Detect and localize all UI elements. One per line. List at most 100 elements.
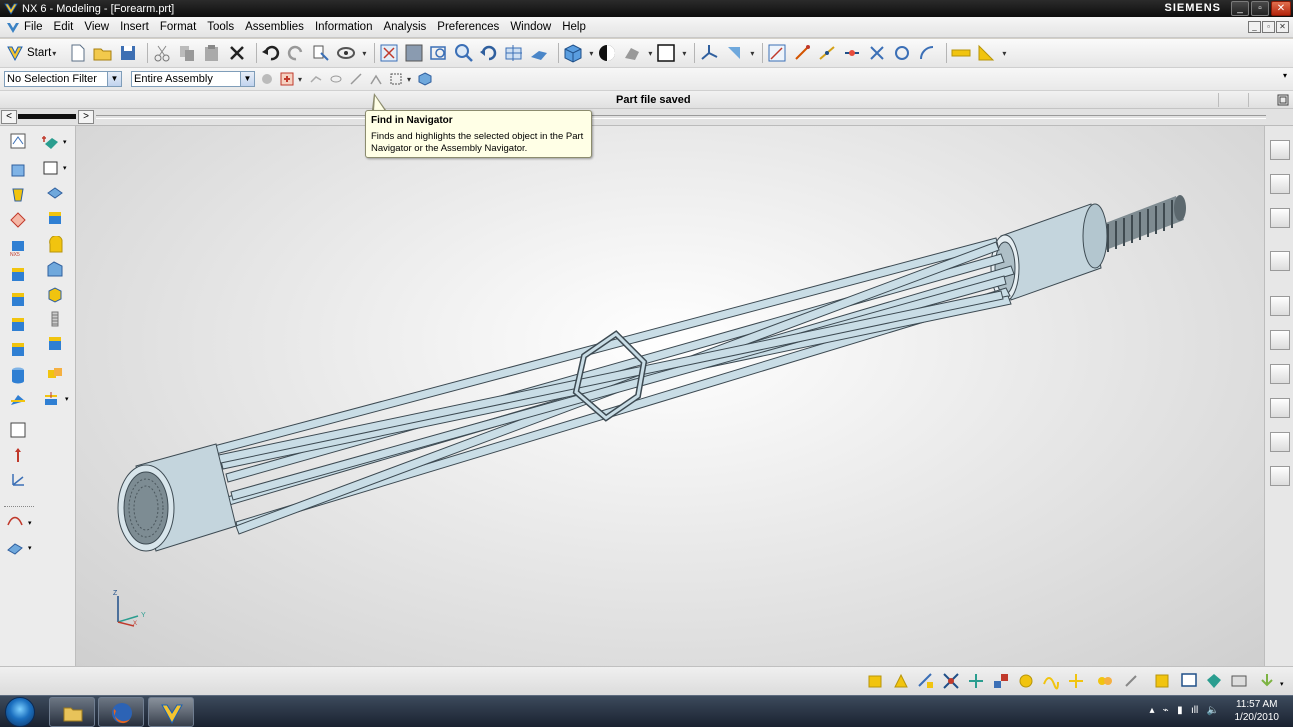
assembly-constraints-icon[interactable]	[992, 672, 1010, 690]
pattern-feature-icon[interactable]	[46, 335, 64, 353]
orient-view-icon[interactable]	[563, 43, 583, 63]
zoom-icon[interactable]	[454, 43, 474, 63]
cylinder-icon[interactable]	[9, 291, 27, 309]
fit-view-icon[interactable]	[379, 43, 399, 63]
restore-button[interactable]: ▫	[1251, 1, 1269, 16]
nx5-feature-icon[interactable]: NX5	[9, 239, 27, 257]
doc-restore-button[interactable]: ▫	[1262, 21, 1275, 33]
chevron-left-icon[interactable]: <	[1, 110, 17, 124]
new-file-icon[interactable]	[68, 43, 88, 63]
pan-icon[interactable]	[504, 43, 524, 63]
surface-tools-icon[interactable]	[6, 538, 24, 556]
menu-assemblies[interactable]: Assemblies	[245, 21, 304, 33]
menu-edit[interactable]: Edit	[54, 21, 74, 33]
shaded-edges-icon[interactable]	[622, 43, 642, 63]
component-properties-icon[interactable]	[1230, 672, 1248, 690]
mate-component-icon[interactable]	[917, 672, 935, 690]
tube-icon[interactable]	[9, 366, 27, 384]
perspective-icon[interactable]	[529, 43, 549, 63]
chamfer-icon[interactable]	[46, 260, 64, 278]
maximize-graphics-icon[interactable]	[1277, 94, 1289, 106]
rotate-icon[interactable]	[479, 43, 499, 63]
show-hide-icon[interactable]	[336, 43, 356, 63]
doc-minimize-button[interactable]: _	[1248, 21, 1261, 33]
constraint-navigator-icon[interactable]	[1270, 174, 1290, 194]
surface-tools-dropdown-icon[interactable]: ▾	[28, 544, 32, 552]
sketch-icon[interactable]	[9, 132, 27, 150]
orient-view-dropdown-icon[interactable]: ▾	[589, 49, 593, 58]
shell-icon[interactable]	[46, 285, 64, 303]
background-color-icon[interactable]	[656, 43, 676, 63]
system-tray-icons[interactable]: ▴ ⌁ ▮ ıll 🔈	[1149, 705, 1219, 716]
menu-information[interactable]: Information	[315, 21, 373, 33]
toolbar-options-icon[interactable]: ▾	[1283, 71, 1287, 80]
taskbar-windows-explorer[interactable]	[49, 697, 95, 727]
zoom-window-icon[interactable]	[404, 43, 424, 63]
measure-dropdown-icon[interactable]: ▾	[1002, 49, 1006, 58]
curve-dropdown-icon[interactable]: ▾	[63, 164, 67, 172]
revolve-icon[interactable]	[9, 186, 27, 204]
rendering-style-icon[interactable]	[597, 43, 617, 63]
wave-interpart-icon[interactable]	[1205, 672, 1223, 690]
history-icon[interactable]	[1270, 296, 1290, 316]
selection-scope-dropdown[interactable]: Entire Assembly ▼	[131, 71, 255, 87]
midpoint-icon[interactable]	[817, 43, 837, 63]
doc-close-button[interactable]: ✕	[1276, 21, 1289, 33]
menu-help[interactable]: Help	[562, 21, 586, 33]
menu-format[interactable]: Format	[160, 21, 196, 33]
close-button[interactable]: ✕	[1271, 1, 1291, 16]
toolbar-overflow-icon[interactable]: ▾	[362, 49, 366, 58]
mirror-assembly-icon[interactable]	[1017, 672, 1035, 690]
extrude-icon[interactable]	[9, 161, 27, 179]
datum-csys-icon[interactable]	[9, 471, 27, 489]
background-dropdown-icon[interactable]: ▾	[682, 49, 686, 58]
snap-point-icon[interactable]	[767, 43, 787, 63]
repeat-command-icon[interactable]	[311, 43, 331, 63]
wcs-display-icon[interactable]	[699, 43, 719, 63]
cut-icon[interactable]	[152, 43, 172, 63]
solid-selection-icon[interactable]	[329, 72, 343, 86]
part-navigator-icon[interactable]	[1270, 208, 1290, 228]
assembly-cut-icon[interactable]	[1153, 672, 1171, 690]
cone-icon[interactable]	[9, 316, 27, 334]
system-clock[interactable]: 11:57 AM 1/20/2010	[1235, 698, 1280, 724]
move-component-icon[interactable]	[967, 672, 985, 690]
delete-icon[interactable]	[227, 43, 247, 63]
sphere-icon[interactable]	[9, 341, 27, 359]
edge-selection-icon[interactable]	[349, 72, 363, 86]
curve-tools-dropdown-icon[interactable]: ▾	[28, 519, 32, 527]
create-new-component-icon[interactable]	[892, 672, 910, 690]
process-studio-icon[interactable]	[1270, 398, 1290, 418]
edge-blend-icon[interactable]	[46, 236, 64, 254]
curve-selection-icon[interactable]	[369, 72, 383, 86]
roles-icon[interactable]	[1270, 432, 1290, 452]
trim-body-icon[interactable]	[9, 391, 27, 409]
paste-icon[interactable]	[202, 43, 222, 63]
wcs-dropdown-icon[interactable]: ▾	[750, 49, 754, 58]
quadrant-icon[interactable]	[917, 43, 937, 63]
clearance-analysis-icon[interactable]	[1122, 672, 1140, 690]
boss-icon[interactable]	[46, 209, 64, 227]
rendering-dropdown-icon[interactable]: ▾	[648, 49, 652, 58]
reuse-library-icon[interactable]	[1270, 330, 1290, 350]
curve-tools-icon[interactable]	[6, 513, 24, 531]
face-selection-icon[interactable]	[309, 72, 323, 86]
web-browser-icon[interactable]	[1270, 251, 1290, 271]
start-button[interactable]: Start ▾	[6, 44, 60, 62]
point-icon[interactable]	[9, 421, 27, 439]
menu-window[interactable]: Window	[510, 21, 551, 33]
arc-center-icon[interactable]	[892, 43, 912, 63]
intersection-icon[interactable]	[867, 43, 887, 63]
undo-icon[interactable]	[261, 43, 281, 63]
menu-tools[interactable]: Tools	[207, 21, 234, 33]
assembly-load-icon[interactable]	[1258, 672, 1276, 690]
control-point-icon[interactable]	[842, 43, 862, 63]
selection-method-dropdown-icon[interactable]: ▾	[407, 75, 411, 84]
toolbar-scroll-track[interactable]	[18, 114, 76, 119]
endpoint-icon[interactable]	[792, 43, 812, 63]
thread-icon[interactable]	[46, 310, 64, 328]
block-icon[interactable]	[9, 266, 27, 284]
panel-splitter[interactable]	[96, 115, 1266, 119]
bottom-toolbar-dropdown-icon[interactable]: ▾	[1280, 680, 1284, 688]
offset-face-icon[interactable]	[42, 390, 60, 408]
